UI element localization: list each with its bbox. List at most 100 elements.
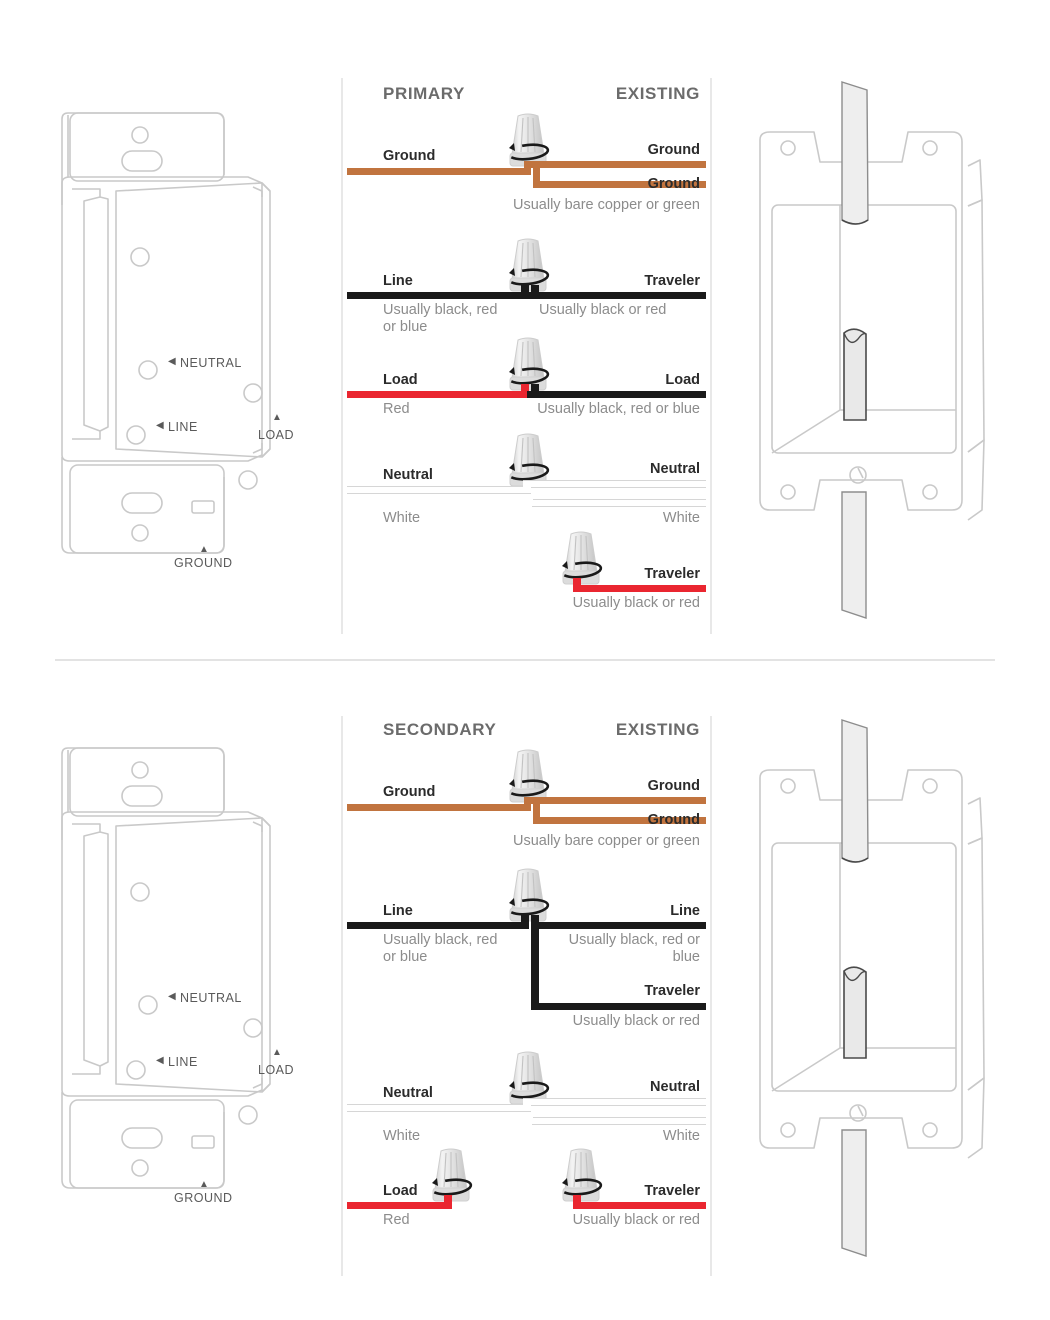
wire-ground-left: [347, 804, 524, 811]
header-existing-secondary: EXISTING: [615, 720, 700, 739]
connection-ground-primary: Ground Ground Ground Usually bare copper…: [341, 110, 710, 220]
label-line-right: Line: [670, 903, 700, 919]
label-neutral-left: Neutral: [383, 1085, 433, 1101]
sub-traveler-capped: Usually black or red: [572, 1212, 700, 1228]
switch-label-line: LINE: [168, 420, 198, 434]
sub-line-left: Usually black, red or blue: [383, 932, 498, 965]
wire-nut-icon: [553, 528, 609, 590]
wire-load-right: [527, 391, 706, 398]
switch-label-ground: GROUND: [174, 1191, 233, 1205]
connection-ground-secondary: Ground Ground Ground Usually bare copper…: [341, 746, 710, 856]
connection-line-traveler-primary: Line Traveler Usually black, red or blue…: [341, 235, 710, 345]
sub-neutral-left: White: [383, 1128, 421, 1144]
sub-traveler-capped: Usually black or red: [572, 595, 700, 611]
neutral-arrow-icon: ◀: [168, 356, 176, 367]
sub-line-right: Usually black, red or blue: [568, 932, 700, 965]
wire-traveler-right: [531, 1003, 706, 1010]
label-line-left: Line: [383, 903, 413, 919]
line-arrow-icon: ◀: [156, 420, 164, 431]
wire-ground-branch-a: [524, 161, 531, 175]
connection-line-traveler-secondary: Line Line Traveler Usually black, red or…: [341, 865, 710, 1035]
wire-neutral-branch-a: [523, 480, 531, 494]
label-ground-left: Ground: [383, 784, 436, 800]
wiring-diagram-page: ◀ NEUTRAL ◀ LINE ▲ LOAD ▲ GROUND PRIMARY…: [0, 0, 1050, 1320]
switch-label-neutral: NEUTRAL: [180, 991, 242, 1005]
switch-label-load: LOAD: [258, 1063, 295, 1077]
wire-load-right-stub: [531, 384, 539, 398]
connection-traveler-capped-secondary: Traveler Usually black or red: [341, 1145, 710, 1245]
primary-switch-illustration: ◀ NEUTRAL ◀ LINE ▲ LOAD ▲ GROUND: [0, 0, 341, 660]
wall-box-drawing: [732, 718, 1032, 1258]
wire-ground-right-top: [531, 797, 706, 804]
wire-ground-branch-a: [524, 797, 531, 811]
wire-neutral-branch-a: [523, 1098, 531, 1112]
sub-neutral-left: White: [383, 510, 421, 526]
wire-traveler-stub: [531, 285, 539, 299]
header-existing-primary: EXISTING: [615, 84, 700, 103]
sub-load-left: Red: [383, 401, 410, 417]
sub-load-right: Usually black, red or blue: [537, 401, 700, 417]
ground-arrow-icon: ▲: [199, 1179, 209, 1190]
wire-line-stub: [521, 285, 529, 299]
wire-neutral-right-top: [531, 1098, 706, 1106]
label-neutral-right: Neutral: [650, 461, 700, 477]
sub-neutral-right: White: [662, 510, 700, 526]
connection-load-primary: Load Load Red Usually black, red or blue: [341, 334, 710, 434]
label-load-right: Load: [665, 372, 700, 388]
connection-neutral-primary: Neutral Neutral White White: [341, 430, 710, 540]
sub-ground-center: Usually bare copper or green: [513, 197, 700, 213]
label-traveler-capped: Traveler: [644, 566, 700, 582]
wire-neutral-right-top: [531, 480, 706, 488]
label-traveler-right: Traveler: [644, 273, 700, 289]
wall-box-drawing: [732, 80, 1032, 620]
secondary-wallbox-illustration: [710, 660, 1050, 1320]
header-secondary: SECONDARY: [383, 720, 497, 739]
sub-ground-center: Usually bare copper or green: [513, 833, 700, 849]
label-line-left: Line: [383, 273, 413, 289]
label-ground-right-top: Ground: [647, 142, 700, 158]
ground-arrow-icon: ▲: [199, 544, 209, 555]
primary-wire-column: PRIMARY EXISTING Ground Ground Ground Us…: [341, 0, 710, 660]
label-neutral-right: Neutral: [650, 1079, 700, 1095]
wire-traveler-capped: [577, 1202, 706, 1209]
wire-neutral-left: [347, 486, 525, 494]
secondary-wire-column: SECONDARY EXISTING Ground Ground Ground …: [341, 660, 710, 1320]
header-primary: PRIMARY: [383, 84, 465, 103]
secondary-section: ◀ NEUTRAL ◀ LINE ▲ LOAD ▲ GROUND SECONDA…: [0, 660, 1050, 1320]
label-traveler-capped: Traveler: [644, 1183, 700, 1199]
label-load-left: Load: [383, 372, 418, 388]
switch-label-load: LOAD: [258, 428, 295, 442]
wire-nut-icon: [553, 1145, 609, 1207]
wire-traveler-capped: [577, 585, 706, 592]
label-ground-right-bottom: Ground: [647, 176, 700, 192]
wire-neutral-right-bottom: [533, 1117, 706, 1125]
label-ground-right-top: Ground: [647, 778, 700, 794]
label-ground-left: Ground: [383, 148, 436, 164]
wire-ground-left: [347, 168, 524, 175]
wire-traveler-right: [527, 292, 706, 299]
neutral-arrow-icon: ◀: [168, 991, 176, 1002]
sub-line-left: Usually black, red or blue: [383, 302, 498, 335]
secondary-switch-illustration: ◀ NEUTRAL ◀ LINE ▲ LOAD ▲ GROUND: [0, 660, 341, 1320]
switch-label-line: LINE: [168, 1055, 198, 1069]
wire-load-left: [347, 391, 527, 398]
wire-line-left: [347, 922, 527, 929]
sub-traveler-right: Usually black or red: [572, 1013, 700, 1029]
sub-neutral-right: White: [662, 1128, 700, 1144]
primary-wallbox-illustration: [710, 0, 1050, 660]
connection-neutral-secondary: Neutral Neutral White White: [341, 1048, 710, 1158]
wire-ground-right-top: [531, 161, 706, 168]
primary-section: ◀ NEUTRAL ◀ LINE ▲ LOAD ▲ GROUND PRIMARY…: [0, 0, 1050, 660]
wire-neutral-left: [347, 1104, 525, 1112]
line-arrow-icon: ◀: [156, 1055, 164, 1066]
label-ground-right-bottom: Ground: [647, 812, 700, 828]
load-arrow-icon: ▲: [272, 1047, 282, 1058]
wire-traveler-drop: [531, 915, 539, 1010]
wire-line-left: [347, 292, 527, 299]
wire-line-right: [531, 922, 706, 929]
sub-traveler-right: Usually black or red: [539, 302, 667, 318]
switch-label-ground: GROUND: [174, 556, 233, 570]
label-traveler-right: Traveler: [644, 983, 700, 999]
load-arrow-icon: ▲: [272, 412, 282, 423]
connection-traveler-capped-primary: Traveler Usually black or red: [341, 528, 710, 628]
